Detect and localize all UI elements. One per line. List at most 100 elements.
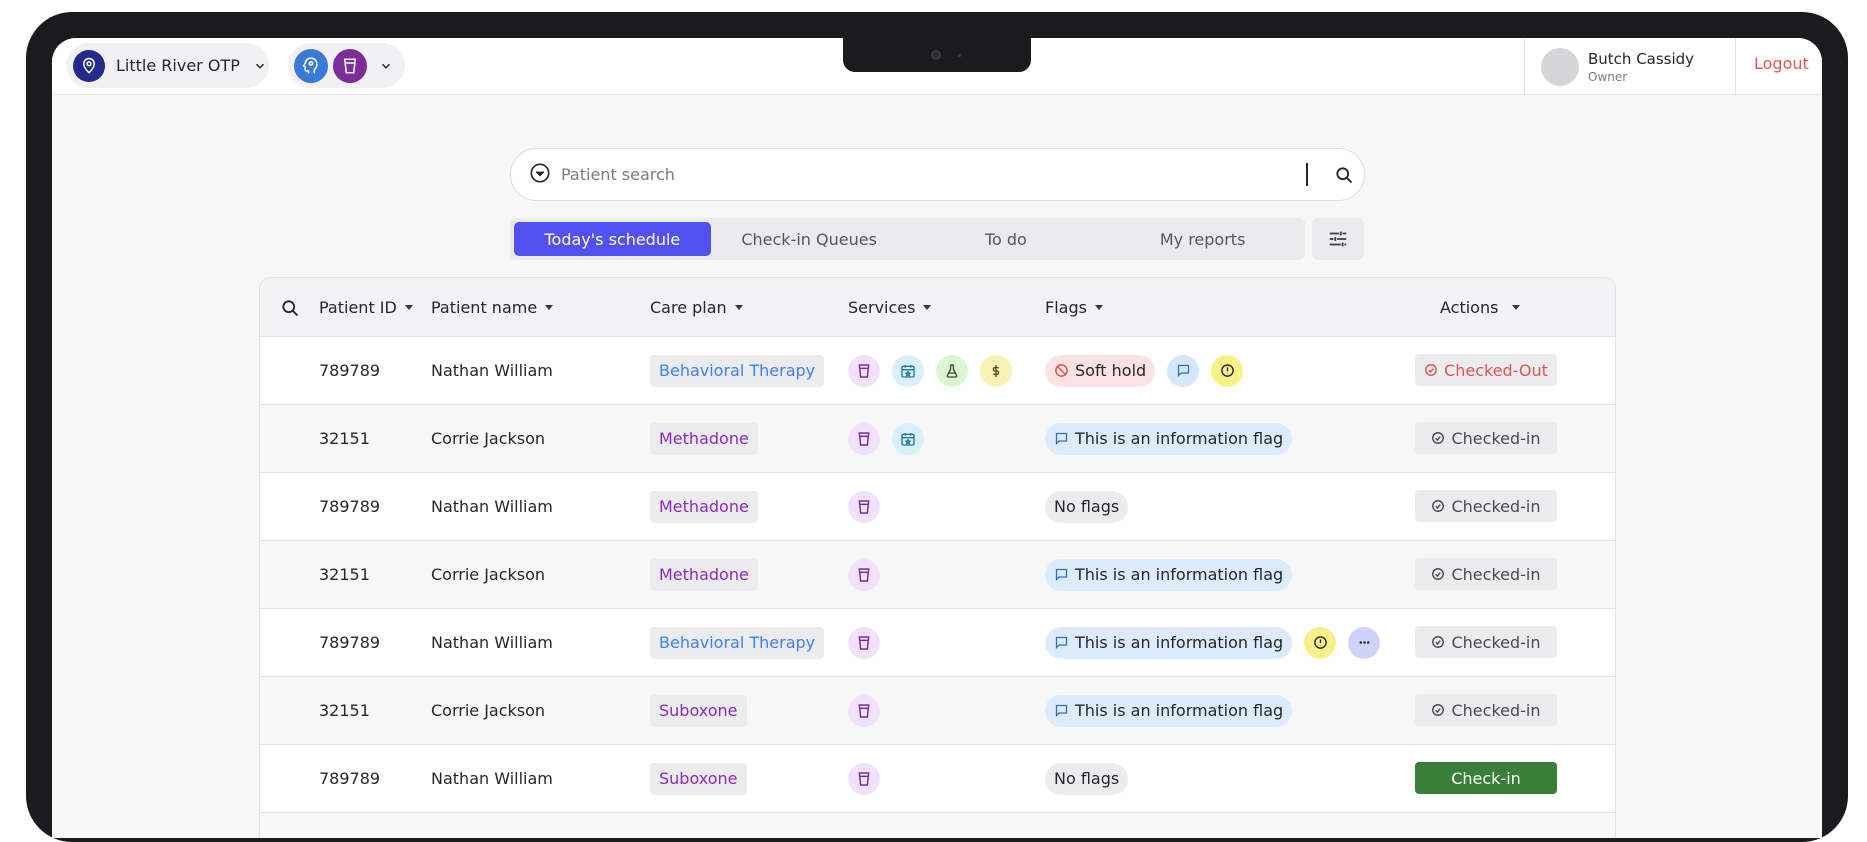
care-plan-chip: Suboxone [650,694,747,727]
patient-id: 789789 [319,361,381,380]
chat-icon [1055,636,1068,650]
tab-to-do[interactable]: To do [908,222,1105,256]
patient-id: 789789 [319,769,381,788]
logout-link[interactable]: Logout [1754,54,1809,73]
user-role: Owner [1588,69,1628,84]
care-plan-chip: Methadone [650,490,758,523]
cup-icon [333,48,367,83]
user-menu[interactable]: Butch Cassidy Owner [1524,38,1736,95]
tab-my-reports[interactable]: My reports [1104,222,1301,256]
patient-name: Corrie Jackson [431,429,546,448]
sliders-icon [1329,231,1347,247]
search-icon[interactable] [1331,162,1357,188]
chat-icon [1055,568,1068,582]
status-badge: Checked-in [1415,626,1557,658]
table-row[interactable]: 789789 Nathan William Methadone No flags… [260,473,1615,541]
calendar-star-icon [892,354,924,387]
cup-icon [848,626,880,659]
check-circle-icon [1432,568,1445,580]
head-brain-icon [294,48,328,83]
cup-icon [848,694,880,727]
info-flag[interactable]: This is an information flag [1045,558,1293,591]
chevron-down-icon [252,58,268,74]
soft-hold-flag[interactable]: Soft hold [1045,354,1156,387]
table-row [260,813,1615,838]
info-flag[interactable]: This is an information flag [1045,626,1293,659]
status-badge: Checked-in [1415,694,1557,726]
location-selector[interactable]: Little River OTP [66,43,269,88]
search-icon[interactable] [280,298,300,322]
patient-name: Corrie Jackson [431,701,546,720]
alert-icon[interactable] [1304,626,1337,659]
view-tabs: Today's schedule Check-in Queues To do M… [510,218,1305,260]
tab-todays-schedule[interactable]: Today's schedule [514,222,711,256]
location-name: Little River OTP [116,56,240,75]
care-plan-chip: Methadone [650,558,758,591]
calendar-star-icon [892,422,924,455]
cup-icon [848,354,880,387]
table-row[interactable]: 32151 Corrie Jackson Suboxone This is an… [260,677,1615,745]
cup-icon [848,558,880,591]
status-badge: Checked-in [1415,422,1557,454]
more-icon[interactable] [1348,626,1381,659]
care-plan-chip: Suboxone [650,762,747,795]
care-plan-chip: Behavioral Therapy [650,626,825,659]
tab-check-in-queues[interactable]: Check-in Queues [711,222,908,256]
chat-icon [1055,704,1068,718]
patient-name: Nathan William [431,361,553,380]
chat-icon [1055,432,1068,446]
table-header: Patient ID Patient name Care plan Servic… [260,278,1615,337]
circle-chevron-down-icon[interactable] [529,162,551,188]
cup-icon [848,422,880,455]
column-patient-id[interactable]: Patient ID [319,298,413,317]
patient-name: Nathan William [431,769,553,788]
check-circle-icon [1432,704,1445,716]
care-plan-chip: Behavioral Therapy [650,354,825,387]
camera-notch [843,38,1031,72]
info-flag[interactable]: This is an information flag [1045,694,1293,727]
column-care-plan[interactable]: Care plan [650,298,743,317]
alert-icon[interactable] [1211,354,1244,387]
table-row[interactable]: 32151 Corrie Jackson Methadone This is a… [260,405,1615,473]
service-selector[interactable] [288,43,405,88]
status-badge: Checked-in [1415,490,1557,522]
status-badge: Checked-in [1415,558,1557,590]
chat-icon[interactable] [1167,354,1200,387]
patient-name: Nathan William [431,633,553,652]
patient-id: 32151 [319,565,370,584]
patient-id: 789789 [319,633,381,652]
app-screen: Little River OTP Butch Cassidy Owner Log… [52,38,1822,838]
status-badge: Checked-Out [1415,354,1557,386]
ban-icon [1055,364,1068,377]
column-patient-name[interactable]: Patient name [431,298,554,317]
patient-search [510,148,1365,201]
filter-settings-button[interactable] [1312,218,1364,260]
table-row[interactable]: 789789 Nathan William Suboxone No flags … [260,745,1615,813]
search-input[interactable] [561,165,1261,184]
patient-name: Corrie Jackson [431,565,546,584]
chevron-down-icon [378,58,394,74]
patient-id: 32151 [319,701,370,720]
cup-icon [848,490,880,523]
no-flags-chip: No flags [1045,762,1129,795]
avatar [1541,47,1579,86]
check-circle-icon [1432,432,1445,444]
check-circle-icon [1425,364,1438,376]
table-row[interactable]: 789789 Nathan William Behavioral Therapy… [260,337,1615,405]
table-row[interactable]: 789789 Nathan William Behavioral Therapy… [260,609,1615,677]
no-flags-chip: No flags [1045,490,1129,523]
table-row[interactable]: 32151 Corrie Jackson Methadone This is a… [260,541,1615,609]
user-name: Butch Cassidy [1588,49,1695,68]
column-flags[interactable]: Flags [1045,298,1103,317]
care-plan-chip: Methadone [650,422,758,455]
check-circle-icon [1432,500,1445,512]
info-flag[interactable]: This is an information flag [1045,422,1293,455]
column-actions[interactable]: Actions [1440,298,1521,317]
cup-icon [848,762,880,795]
schedule-table: Patient ID Patient name Care plan Servic… [259,277,1616,838]
column-services[interactable]: Services [848,298,932,317]
patient-id: 789789 [319,497,381,516]
check-in-button[interactable]: Check-in [1415,762,1557,794]
dollar-icon [980,354,1012,387]
patient-name: Nathan William [431,497,553,516]
